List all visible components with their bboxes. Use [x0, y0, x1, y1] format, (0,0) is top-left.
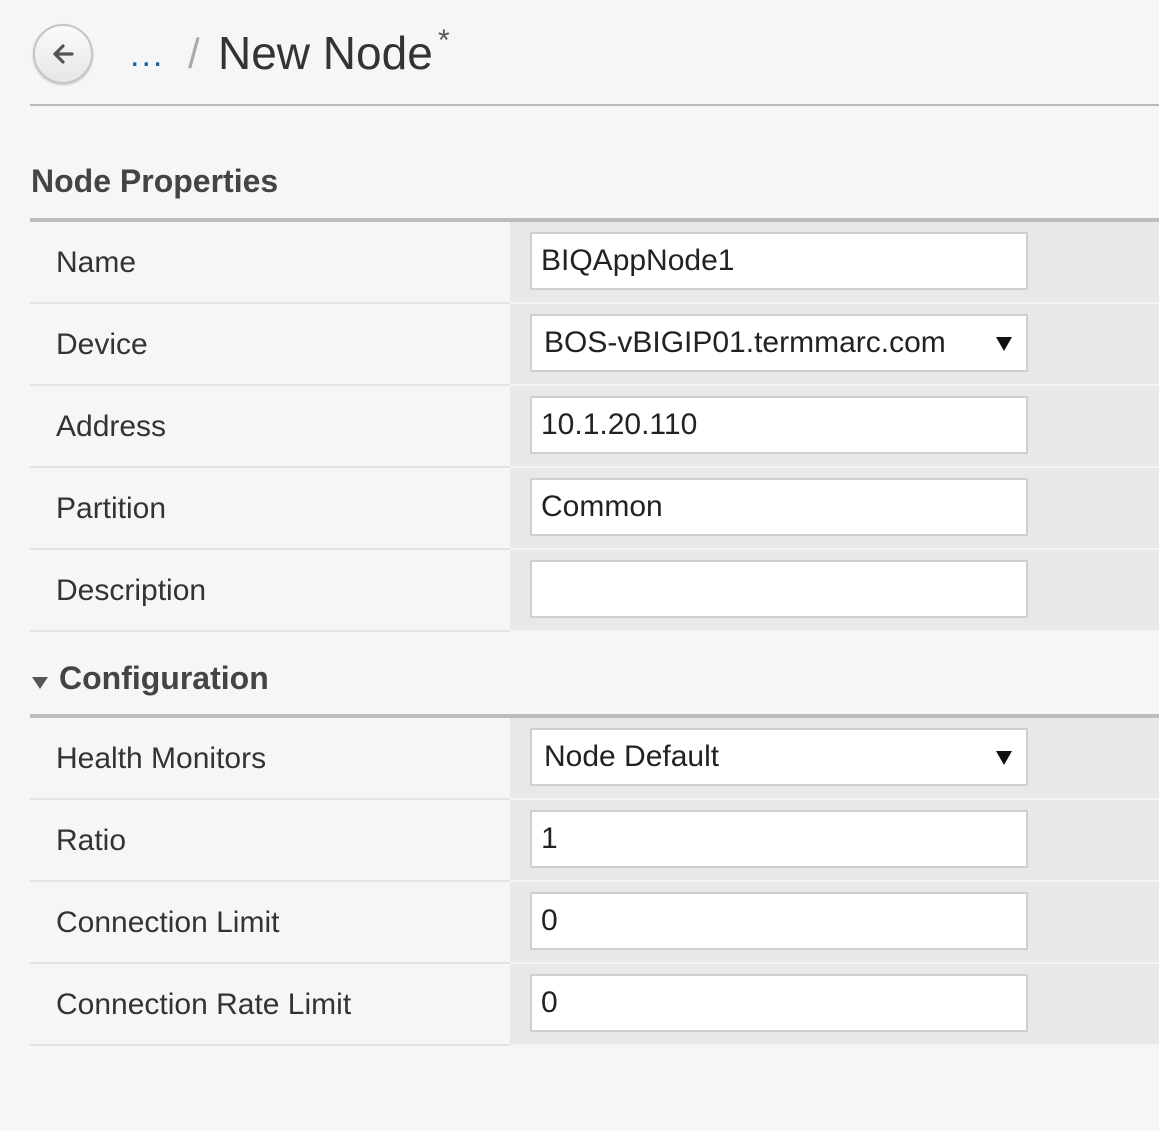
connection-rate-limit-input[interactable]: 0: [530, 974, 1028, 1032]
ratio-input[interactable]: 1: [530, 810, 1028, 868]
page-header: ... / New Node *: [30, 0, 1159, 106]
unsaved-changes-marker: *: [438, 24, 450, 57]
form-row-description: Description: [30, 550, 1159, 632]
description-input[interactable]: [530, 560, 1028, 618]
form-row-connection-rate-limit: Connection Rate Limit 0: [30, 964, 1159, 1046]
section-title-configuration[interactable]: Configuration: [59, 660, 269, 697]
field-label-connection-limit: Connection Limit: [56, 906, 280, 939]
field-label-ratio: Ratio: [56, 824, 127, 857]
section-title-node-properties: Node Properties: [31, 163, 279, 199]
new-node-page: ... / New Node * Node Properties Name BI…: [0, 0, 1159, 1131]
breadcrumb-parent-link[interactable]: ...: [130, 36, 164, 75]
connection-limit-input[interactable]: 0: [530, 892, 1028, 950]
page-title: New Node: [218, 27, 433, 79]
field-label-connection-rate-limit: Connection Rate Limit: [56, 988, 352, 1021]
back-arrow-icon: [53, 44, 74, 64]
field-label-description: Description: [56, 574, 207, 607]
health-monitors-select[interactable]: Node Default: [530, 728, 1028, 786]
back-button[interactable]: [33, 24, 93, 84]
address-input[interactable]: 10.1.20.110: [530, 396, 1028, 454]
caret-down-icon[interactable]: [32, 677, 48, 689]
field-label-name: Name: [56, 246, 137, 279]
form-row-health-monitors: Health Monitors Node Default: [30, 718, 1159, 800]
dropdown-triangle-icon: [996, 751, 1012, 765]
form-row-ratio: Ratio 1: [30, 800, 1159, 882]
form-row-device: Device BOS-vBIGIP01.termmarc.com: [30, 304, 1159, 386]
form-row-address: Address 10.1.20.110: [30, 386, 1159, 468]
breadcrumb-separator: /: [188, 30, 200, 77]
health-monitors-selected-value: Node Default: [544, 740, 720, 773]
device-selected-value: BOS-vBIGIP01.termmarc.com: [544, 326, 946, 359]
field-label-health-monitors: Health Monitors: [56, 742, 267, 775]
device-select[interactable]: BOS-vBIGIP01.termmarc.com: [530, 314, 1028, 372]
form-row-partition: Partition Common: [30, 468, 1159, 550]
form-row-name: Name BIQAppNode1: [30, 222, 1159, 304]
name-input[interactable]: BIQAppNode1: [530, 232, 1028, 290]
field-label-address: Address: [56, 410, 167, 443]
field-label-device: Device: [56, 328, 148, 361]
form-row-connection-limit: Connection Limit 0: [30, 882, 1159, 964]
dropdown-triangle-icon: [996, 337, 1012, 351]
field-label-partition: Partition: [56, 492, 167, 525]
partition-input[interactable]: Common: [530, 478, 1028, 536]
